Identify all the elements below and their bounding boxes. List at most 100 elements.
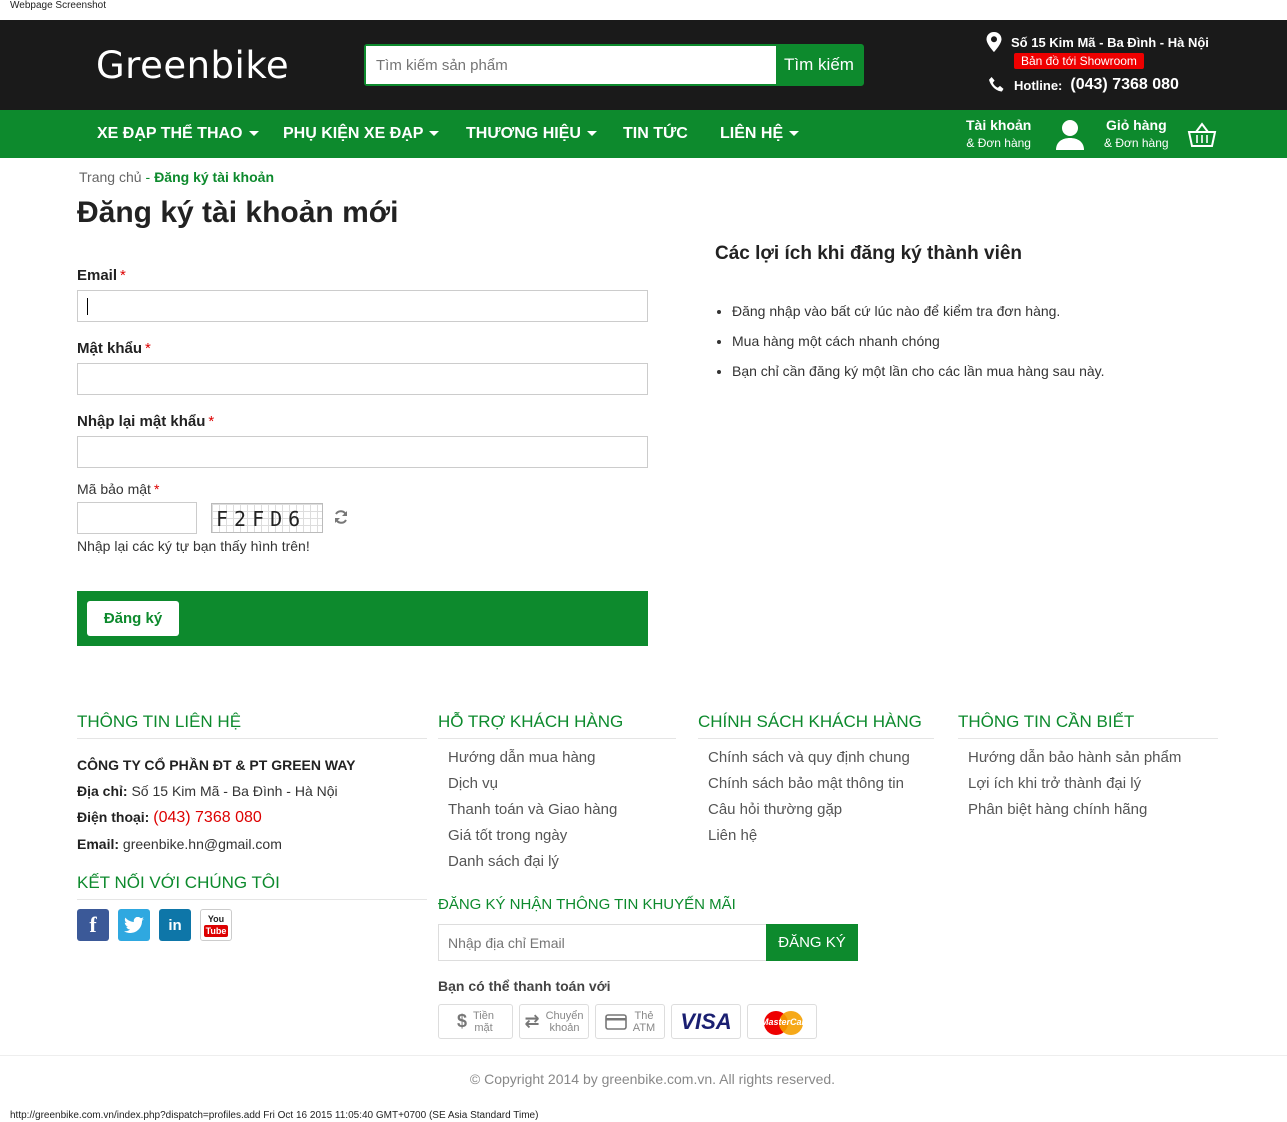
phone-icon — [989, 77, 1004, 92]
nav-label: LIÊN HỆ — [720, 125, 784, 142]
showroom-map-link[interactable]: Bản đồ tới Showroom — [1014, 53, 1144, 69]
top-header: Greenbike Tìm kiếm Số 15 Kim Mã - Ba Đìn… — [0, 20, 1287, 110]
address-label: Địa chỉ: — [77, 783, 128, 799]
search-button[interactable]: Tìm kiếm — [776, 46, 862, 84]
confirm-password-label: Nhập lại mật khẩu * — [77, 413, 214, 430]
facebook-icon[interactable]: f — [77, 909, 109, 941]
cart-link[interactable]: Giỏ hàng & Đơn hàng — [1104, 117, 1169, 152]
list-item: Đăng nhập vào bất cứ lúc nào để kiểm tra… — [732, 303, 1105, 319]
required-mark: * — [208, 413, 215, 430]
footer-link[interactable]: Phân biệt hàng chính hãng — [968, 797, 1181, 823]
contact-info: CÔNG TY CỔ PHẦN ĐT & PT GREEN WAY Địa ch… — [77, 752, 355, 857]
newsletter-heading: ĐĂNG KÝ NHẬN THÔNG TIN KHUYẾN MÃI — [438, 896, 736, 913]
caret-down-icon — [789, 131, 800, 137]
nav-news[interactable]: TIN TỨC — [623, 110, 688, 158]
hotline-label: Hotline: — [1014, 77, 1063, 93]
caret-down-icon — [586, 131, 597, 137]
nav-brands[interactable]: THƯƠNG HIỆU — [466, 110, 597, 158]
register-button[interactable]: Đăng ký — [87, 601, 179, 636]
social-heading: KẾT NỐI VỚI CHÚNG TÔI — [77, 873, 427, 900]
pay-line1: Chuyển — [545, 1009, 584, 1022]
footer-link[interactable]: Liên hệ — [708, 823, 910, 849]
main-nav: XE ĐẠP THỂ THAO PHỤ KIỆN XE ĐẠP THƯƠNG H… — [0, 110, 1287, 158]
captcha-field[interactable] — [77, 502, 197, 534]
linkedin-icon[interactable]: in — [159, 909, 191, 941]
footer-link[interactable]: Giá tốt trong ngày — [448, 823, 617, 849]
submit-bar: Đăng ký — [77, 591, 648, 646]
caret-down-icon — [248, 131, 259, 137]
store-address: Số 15 Kim Mã - Ba Đình - Hà Nội Bản đồ t… — [986, 32, 1209, 69]
nav-sport-bikes[interactable]: XE ĐẠP THỂ THAO — [97, 110, 259, 158]
youtube-top: You — [207, 914, 225, 924]
payment-methods: $ Tiền mặt ⇄ Chuyển khoản Thẻ ATM VISA Master… — [438, 1004, 817, 1039]
cart-subtitle: & Đơn hàng — [1104, 136, 1169, 150]
phone-value[interactable]: (043) 7368 080 — [153, 809, 262, 826]
address-text: Số 15 Kim Mã - Ba Đình - Hà Nội — [1011, 34, 1209, 50]
hotline-number[interactable]: (043) 7368 080 — [1070, 76, 1179, 94]
policy-heading: CHÍNH SÁCH KHÁCH HÀNG — [698, 712, 934, 739]
pay-line2: khoản — [549, 1021, 580, 1034]
breadcrumb-home[interactable]: Trang chủ — [79, 169, 142, 185]
footer-link[interactable]: Hướng dẫn bảo hành sản phẩm — [968, 745, 1181, 771]
user-icon[interactable] — [1054, 118, 1086, 150]
pay-line2: ATM — [632, 1021, 656, 1034]
footer-link[interactable]: Lợi ích khi trở thành đại lý — [968, 771, 1181, 797]
email-label: Email: — [77, 836, 120, 852]
pay-line1: Thẻ — [634, 1009, 654, 1022]
address-value: Số 15 Kim Mã - Ba Đình - Hà Nội — [131, 783, 338, 799]
support-heading: HỖ TRỢ KHÁCH HÀNG — [438, 712, 676, 739]
account-link[interactable]: Tài khoản & Đơn hàng — [966, 117, 1031, 152]
label-text: Email — [77, 267, 118, 284]
mastercard-logo: MasterCard — [747, 1004, 817, 1039]
policy-links: Chính sách và quy định chung Chính sách … — [708, 745, 910, 849]
text-cursor — [87, 298, 88, 315]
label-text: Mật khẩu — [77, 340, 143, 357]
pay-line2: mặt — [474, 1021, 493, 1034]
email-label: Email * — [77, 267, 126, 284]
youtube-icon[interactable]: You Tube — [200, 909, 232, 941]
footer-link[interactable]: Chính sách và quy định chung — [708, 745, 910, 771]
basket-icon[interactable] — [1187, 122, 1217, 148]
footer-link[interactable]: Thanh toán và Giao hàng — [448, 797, 617, 823]
caret-down-icon — [429, 131, 440, 137]
nav-contact[interactable]: LIÊN HỆ — [720, 110, 800, 158]
card-icon — [604, 1013, 627, 1030]
breadcrumb-current: Đăng ký tài khoản — [154, 169, 274, 185]
map-pin-icon — [986, 32, 1002, 52]
search-bar: Tìm kiếm — [364, 44, 864, 86]
nav-label: TIN TỨC — [623, 125, 688, 142]
required-mark: * — [120, 267, 126, 284]
email-value[interactable]: greenbike.hn@gmail.com — [123, 836, 282, 852]
email-field[interactable] — [77, 290, 648, 322]
confirm-password-field[interactable] — [77, 436, 648, 468]
youtube-bottom: Tube — [203, 925, 229, 937]
footer-link[interactable]: Chính sách bảo mật thông tin — [708, 771, 910, 797]
breadcrumb-separator: - — [145, 169, 151, 185]
hotline: Hotline: (043) 7368 080 — [988, 76, 1179, 94]
screenshot-url: http://greenbike.com.vn/index.php?dispat… — [10, 1110, 539, 1121]
screenshot-caption: Webpage Screenshot — [10, 0, 106, 11]
refresh-icon[interactable] — [333, 509, 349, 525]
nav-label: THƯƠNG HIỆU — [466, 125, 581, 142]
social-links: f in You Tube — [77, 909, 232, 941]
payment-cash: $ Tiền mặt — [438, 1004, 513, 1039]
label-text: Nhập lại mật khẩu — [77, 413, 206, 430]
company-name: CÔNG TY CỔ PHẦN ĐT & PT GREEN WAY — [77, 757, 356, 773]
site-logo[interactable]: Greenbike — [96, 44, 289, 87]
search-input[interactable] — [366, 46, 776, 84]
breadcrumb: Trang chủ - Đăng ký tài khoản — [79, 169, 274, 185]
footer-link[interactable]: Dịch vụ — [448, 771, 617, 797]
label-text: Mã bảo mật — [77, 481, 151, 497]
newsletter-email-input[interactable] — [438, 924, 766, 961]
nav-accessories[interactable]: PHỤ KIỆN XE ĐẠP — [283, 110, 440, 158]
footer-link[interactable]: Danh sách đại lý — [448, 849, 617, 875]
list-item: Bạn chỉ cần đăng ký một lần cho các lần … — [732, 363, 1105, 379]
account-title: Tài khoản — [966, 117, 1032, 133]
password-field[interactable] — [77, 363, 648, 395]
newsletter-subscribe-button[interactable]: ĐĂNG KÝ — [766, 924, 858, 961]
footer-link[interactable]: Câu hỏi thường gặp — [708, 797, 910, 823]
dollar-icon: $ — [456, 1011, 467, 1031]
footer-link[interactable]: Hướng dẫn mua hàng — [448, 745, 617, 771]
account-subtitle: & Đơn hàng — [966, 136, 1031, 150]
twitter-icon[interactable] — [118, 909, 150, 941]
